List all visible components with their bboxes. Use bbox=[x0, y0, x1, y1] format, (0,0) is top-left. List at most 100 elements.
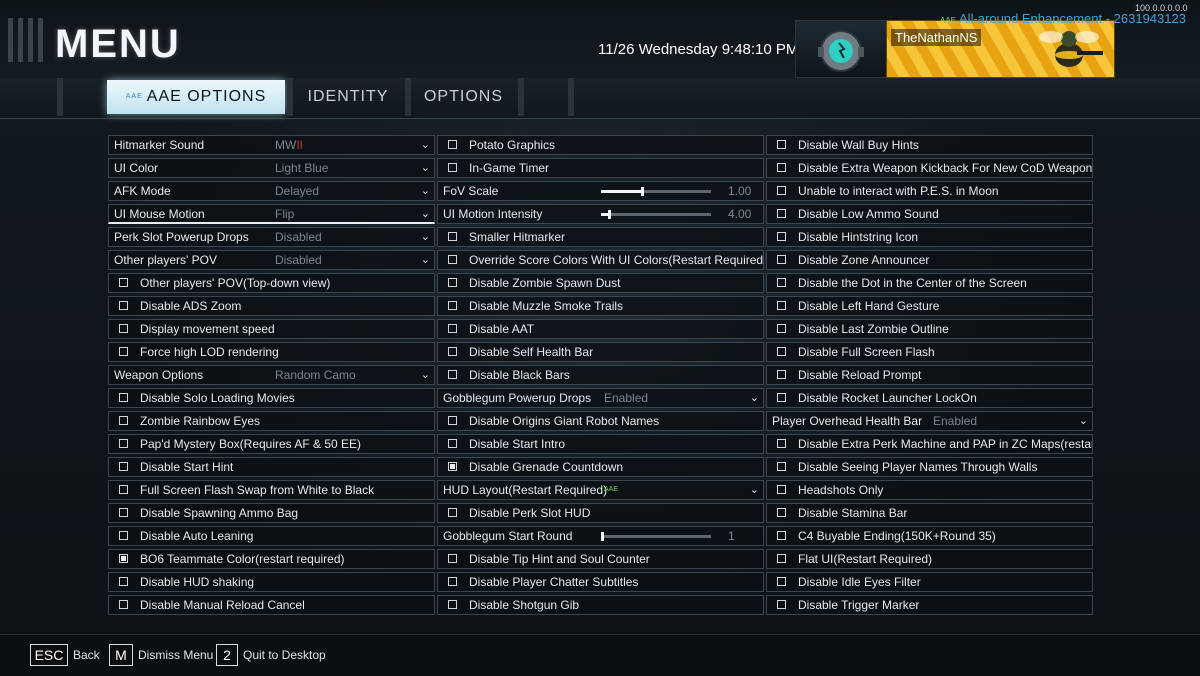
dropdown-perk-slot-powerup-drops[interactable]: Perk Slot Powerup Drops Disabled ⌄ bbox=[108, 227, 435, 247]
checkbox-disable-zone-announcer[interactable]: Disable Zone Announcer bbox=[766, 250, 1093, 270]
checkbox-icon[interactable] bbox=[777, 485, 786, 494]
checkbox-icon[interactable] bbox=[448, 324, 457, 333]
checkbox-icon[interactable] bbox=[777, 439, 786, 448]
checkbox-icon[interactable] bbox=[777, 278, 786, 287]
checkbox-disable-idle-eyes-filter[interactable]: Disable Idle Eyes Filter bbox=[766, 572, 1093, 592]
dropdown-gobblegum-powerup-drops[interactable]: Gobblegum Powerup Drops Enabled ⌄ bbox=[437, 388, 764, 408]
checkbox-icon[interactable] bbox=[448, 577, 457, 586]
checkbox-checked-icon[interactable] bbox=[119, 554, 128, 563]
checkbox-icon[interactable] bbox=[777, 554, 786, 563]
checkbox-flat-ui-restart-required[interactable]: Flat UI(Restart Required) bbox=[766, 549, 1093, 569]
checkbox-icon[interactable] bbox=[119, 347, 128, 356]
checkbox-disable-the-dot-in-the-center-of-the-screen[interactable]: Disable the Dot in the Center of the Scr… bbox=[766, 273, 1093, 293]
checkbox-icon[interactable] bbox=[448, 347, 457, 356]
dropdown-player-overhead-health-bar[interactable]: Player Overhead Health Bar Enabled ⌄ bbox=[766, 411, 1093, 431]
checkbox-icon[interactable] bbox=[448, 439, 457, 448]
slider-track[interactable] bbox=[601, 210, 711, 219]
checkbox-disable-grenade-countdown[interactable]: Disable Grenade Countdown bbox=[437, 457, 764, 477]
checkbox-disable-zombie-spawn-dust[interactable]: Disable Zombie Spawn Dust bbox=[437, 273, 764, 293]
checkbox-icon[interactable] bbox=[777, 347, 786, 356]
checkbox-disable-stamina-bar[interactable]: Disable Stamina Bar bbox=[766, 503, 1093, 523]
checkbox-potato-graphics[interactable]: Potato Graphics bbox=[437, 135, 764, 155]
checkbox-c4-buyable-ending-150k-round-35[interactable]: C4 Buyable Ending(150K+Round 35) bbox=[766, 526, 1093, 546]
tab-aae-options[interactable]: AAE AAE OPTIONS bbox=[107, 80, 285, 114]
checkbox-override-score-colors-with-ui-colors-restart-required[interactable]: Override Score Colors With UI Colors(Res… bbox=[437, 250, 764, 270]
checkbox-icon[interactable] bbox=[777, 255, 786, 264]
slider-ui-motion-intensity[interactable]: UI Motion Intensity 4.00 bbox=[437, 204, 764, 224]
checkbox-display-movement-speed[interactable]: Display movement speed bbox=[108, 319, 435, 339]
chevron-down-icon[interactable]: ⌄ bbox=[750, 389, 759, 407]
checkbox-disable-low-ammo-sound[interactable]: Disable Low Ammo Sound bbox=[766, 204, 1093, 224]
checkbox-disable-origins-giant-robot-names[interactable]: Disable Origins Giant Robot Names bbox=[437, 411, 764, 431]
checkbox-icon[interactable] bbox=[448, 255, 457, 264]
dismiss-key-button[interactable]: M bbox=[109, 644, 133, 666]
slider-track[interactable] bbox=[601, 187, 711, 196]
checkbox-icon[interactable] bbox=[448, 163, 457, 172]
checkbox-icon[interactable] bbox=[448, 278, 457, 287]
checkbox-disable-last-zombie-outline[interactable]: Disable Last Zombie Outline bbox=[766, 319, 1093, 339]
checkbox-disable-spawning-ammo-bag[interactable]: Disable Spawning Ammo Bag bbox=[108, 503, 435, 523]
dropdown-hud-layout-restart-required[interactable]: HUD Layout(Restart Required) AAE ⌄ bbox=[437, 480, 764, 500]
checkbox-icon[interactable] bbox=[119, 462, 128, 471]
checkbox-icon[interactable] bbox=[777, 324, 786, 333]
checkbox-disable-ads-zoom[interactable]: Disable ADS Zoom bbox=[108, 296, 435, 316]
checkbox-icon[interactable] bbox=[777, 140, 786, 149]
checkbox-icon[interactable] bbox=[777, 163, 786, 172]
checkbox-icon[interactable] bbox=[777, 462, 786, 471]
slider-track[interactable] bbox=[601, 532, 711, 541]
checkbox-smaller-hitmarker[interactable]: Smaller Hitmarker bbox=[437, 227, 764, 247]
checkbox-icon[interactable] bbox=[119, 324, 128, 333]
checkbox-icon[interactable] bbox=[777, 577, 786, 586]
dropdown-ui-mouse-motion[interactable]: UI Mouse Motion Flip ⌄ bbox=[108, 204, 435, 224]
dropdown-other-players-pov[interactable]: Other players' POV Disabled ⌄ bbox=[108, 250, 435, 270]
checkbox-disable-muzzle-smoke-trails[interactable]: Disable Muzzle Smoke Trails bbox=[437, 296, 764, 316]
checkbox-checked-icon[interactable] bbox=[448, 462, 457, 471]
checkbox-disable-extra-perk-machine-and-pap-in-zc-maps-restart-required[interactable]: Disable Extra Perk Machine and PAP in ZC… bbox=[766, 434, 1093, 454]
checkbox-icon[interactable] bbox=[119, 439, 128, 448]
chevron-down-icon[interactable]: ⌄ bbox=[421, 159, 430, 177]
checkbox-icon[interactable] bbox=[119, 508, 128, 517]
checkbox-icon[interactable] bbox=[777, 393, 786, 402]
slider-handle[interactable] bbox=[607, 210, 611, 219]
slider-handle[interactable] bbox=[640, 187, 644, 196]
checkbox-icon[interactable] bbox=[448, 370, 457, 379]
checkbox-bo6-teammate-color-restart-required[interactable]: BO6 Teammate Color(restart required) bbox=[108, 549, 435, 569]
checkbox-icon[interactable] bbox=[448, 232, 457, 241]
checkbox-icon[interactable] bbox=[119, 485, 128, 494]
checkbox-icon[interactable] bbox=[448, 508, 457, 517]
quit-key-button[interactable]: 2 bbox=[216, 644, 238, 666]
checkbox-in-game-timer[interactable]: In-Game Timer bbox=[437, 158, 764, 178]
checkbox-disable-aat[interactable]: Disable AAT bbox=[437, 319, 764, 339]
checkbox-disable-black-bars[interactable]: Disable Black Bars bbox=[437, 365, 764, 385]
checkbox-icon[interactable] bbox=[777, 186, 786, 195]
checkbox-full-screen-flash-swap-from-white-to-black[interactable]: Full Screen Flash Swap from White to Bla… bbox=[108, 480, 435, 500]
checkbox-other-players-pov-top-down-view[interactable]: Other players' POV(Top-down view) bbox=[108, 273, 435, 293]
checkbox-icon[interactable] bbox=[448, 140, 457, 149]
checkbox-icon[interactable] bbox=[777, 370, 786, 379]
chevron-down-icon[interactable]: ⌄ bbox=[421, 205, 430, 222]
chevron-down-icon[interactable]: ⌄ bbox=[421, 136, 430, 154]
checkbox-disable-left-hand-gesture[interactable]: Disable Left Hand Gesture bbox=[766, 296, 1093, 316]
slider-gobblegum-start-round[interactable]: Gobblegum Start Round 1 bbox=[437, 526, 764, 546]
checkbox-disable-perk-slot-hud[interactable]: Disable Perk Slot HUD bbox=[437, 503, 764, 523]
checkbox-icon[interactable] bbox=[119, 393, 128, 402]
checkbox-disable-hud-shaking[interactable]: Disable HUD shaking bbox=[108, 572, 435, 592]
checkbox-icon[interactable] bbox=[119, 278, 128, 287]
checkbox-headshots-only[interactable]: Headshots Only bbox=[766, 480, 1093, 500]
checkbox-disable-seeing-player-names-through-walls[interactable]: Disable Seeing Player Names Through Wall… bbox=[766, 457, 1093, 477]
slider-handle[interactable] bbox=[601, 532, 604, 541]
slider-fov-scale[interactable]: FoV Scale 1.00 bbox=[437, 181, 764, 201]
dropdown-afk-mode[interactable]: AFK Mode Delayed ⌄ bbox=[108, 181, 435, 201]
checkbox-icon[interactable] bbox=[777, 508, 786, 517]
checkbox-pap-d-mystery-box-requires-af-50-ee[interactable]: Pap'd Mystery Box(Requires AF & 50 EE) bbox=[108, 434, 435, 454]
checkbox-disable-trigger-marker[interactable]: Disable Trigger Marker bbox=[766, 595, 1093, 615]
checkbox-disable-self-health-bar[interactable]: Disable Self Health Bar bbox=[437, 342, 764, 362]
checkbox-icon[interactable] bbox=[119, 577, 128, 586]
dropdown-weapon-options[interactable]: Weapon Options Random Camo ⌄ bbox=[108, 365, 435, 385]
chevron-down-icon[interactable]: ⌄ bbox=[421, 182, 430, 200]
checkbox-icon[interactable] bbox=[119, 531, 128, 540]
checkbox-icon[interactable] bbox=[119, 600, 128, 609]
checkbox-disable-extra-weapon-kickback-for-new-cod-weapons[interactable]: Disable Extra Weapon Kickback For New Co… bbox=[766, 158, 1093, 178]
checkbox-zombie-rainbow-eyes[interactable]: Zombie Rainbow Eyes bbox=[108, 411, 435, 431]
tab-options[interactable]: OPTIONS bbox=[411, 80, 516, 114]
